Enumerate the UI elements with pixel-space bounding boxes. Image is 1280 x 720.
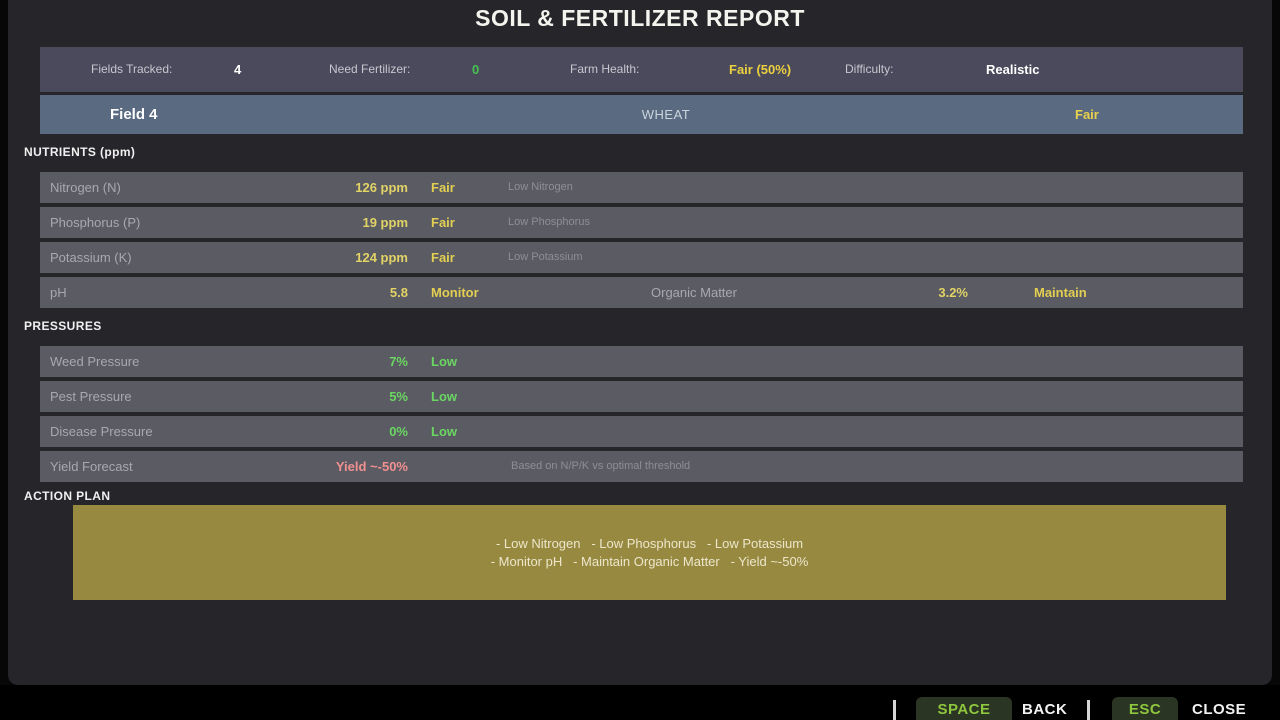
nutrient-note: Low Phosphorus: [508, 207, 590, 238]
pressure-value: 0%: [40, 416, 408, 447]
nutrient-row-ph: pH 5.8 Monitor Organic Matter 3.2% Maint…: [40, 277, 1243, 308]
nutrient-value: 19 ppm: [40, 207, 408, 238]
yield-forecast-note: Based on N/P/K vs optimal threshold: [511, 451, 690, 482]
pressure-row-pest: Pest Pressure 5% Low: [40, 381, 1243, 412]
pressure-row-weed: Weed Pressure 7% Low: [40, 346, 1243, 377]
difficulty-label: Difficulty:: [845, 47, 893, 92]
hotkey-bar: SPACE BACK ESC CLOSE: [0, 685, 1280, 720]
screen: SOIL & FERTILIZER REPORT Fields Tracked:…: [0, 0, 1280, 720]
yield-forecast-row: Yield Forecast Yield ~-50% Based on N/P/…: [40, 451, 1243, 482]
organic-matter-label: Organic Matter: [651, 277, 737, 308]
farm-health-value: Fair (50%): [729, 47, 791, 92]
space-keycap[interactable]: SPACE: [916, 697, 1012, 720]
soil-fertilizer-report-panel: SOIL & FERTILIZER REPORT Fields Tracked:…: [8, 0, 1272, 685]
action-plan-box: - Low Nitrogen - Low Phosphorus - Low Po…: [73, 505, 1226, 600]
back-button[interactable]: BACK: [1022, 697, 1067, 720]
ph-value: 5.8: [40, 277, 408, 308]
nutrient-value: 124 ppm: [40, 242, 408, 273]
esc-keycap[interactable]: ESC: [1112, 697, 1178, 720]
hotkey-divider: [893, 700, 896, 720]
nutrient-value: 126 ppm: [40, 172, 408, 203]
fields-tracked-value: 4: [234, 47, 241, 92]
hotkey-divider: [1087, 700, 1090, 720]
nutrient-row-phosphorus: Phosphorus (P) 19 ppm Fair Low Phosphoru…: [40, 207, 1243, 238]
organic-matter-status: Maintain: [1034, 277, 1087, 308]
nutrient-status: Fair: [431, 172, 455, 203]
nutrient-row-nitrogen: Nitrogen (N) 126 ppm Fair Low Nitrogen: [40, 172, 1243, 203]
yield-forecast-value: Yield ~-50%: [40, 451, 408, 482]
field-crop: WHEAT: [606, 95, 726, 134]
field-header-row: Field 4 WHEAT Fair: [40, 95, 1243, 134]
farm-stats-bar: Fields Tracked: 4 Need Fertilizer: 0 Far…: [40, 47, 1243, 92]
nutrients-section-label: NUTRIENTS (ppm): [24, 145, 135, 159]
pressure-row-disease: Disease Pressure 0% Low: [40, 416, 1243, 447]
organic-matter-value: 3.2%: [808, 277, 968, 308]
nutrient-row-potassium: Potassium (K) 124 ppm Fair Low Potassium: [40, 242, 1243, 273]
pressure-status: Low: [431, 416, 457, 447]
pressure-status: Low: [431, 381, 457, 412]
nutrient-note: Low Potassium: [508, 242, 583, 273]
pressures-section-label: PRESSURES: [24, 319, 102, 333]
nutrient-status: Fair: [431, 207, 455, 238]
action-plan-line-2: - Monitor pH - Maintain Organic Matter -…: [491, 553, 809, 571]
field-name: Field 4: [110, 95, 158, 134]
field-status: Fair: [1075, 95, 1099, 134]
close-button[interactable]: CLOSE: [1192, 697, 1246, 720]
fields-tracked-label: Fields Tracked:: [91, 47, 172, 92]
nutrient-note: Low Nitrogen: [508, 172, 573, 203]
pressure-value: 5%: [40, 381, 408, 412]
pressure-value: 7%: [40, 346, 408, 377]
difficulty-value: Realistic: [986, 47, 1039, 92]
farm-health-label: Farm Health:: [570, 47, 639, 92]
pressure-status: Low: [431, 346, 457, 377]
need-fertilizer-label: Need Fertilizer:: [329, 47, 410, 92]
need-fertilizer-value: 0: [472, 47, 479, 92]
page-title: SOIL & FERTILIZER REPORT: [8, 5, 1272, 32]
ph-status: Monitor: [431, 277, 479, 308]
action-plan-section-label: ACTION PLAN: [24, 489, 110, 503]
nutrient-status: Fair: [431, 242, 455, 273]
action-plan-line-1: - Low Nitrogen - Low Phosphorus - Low Po…: [496, 535, 803, 553]
